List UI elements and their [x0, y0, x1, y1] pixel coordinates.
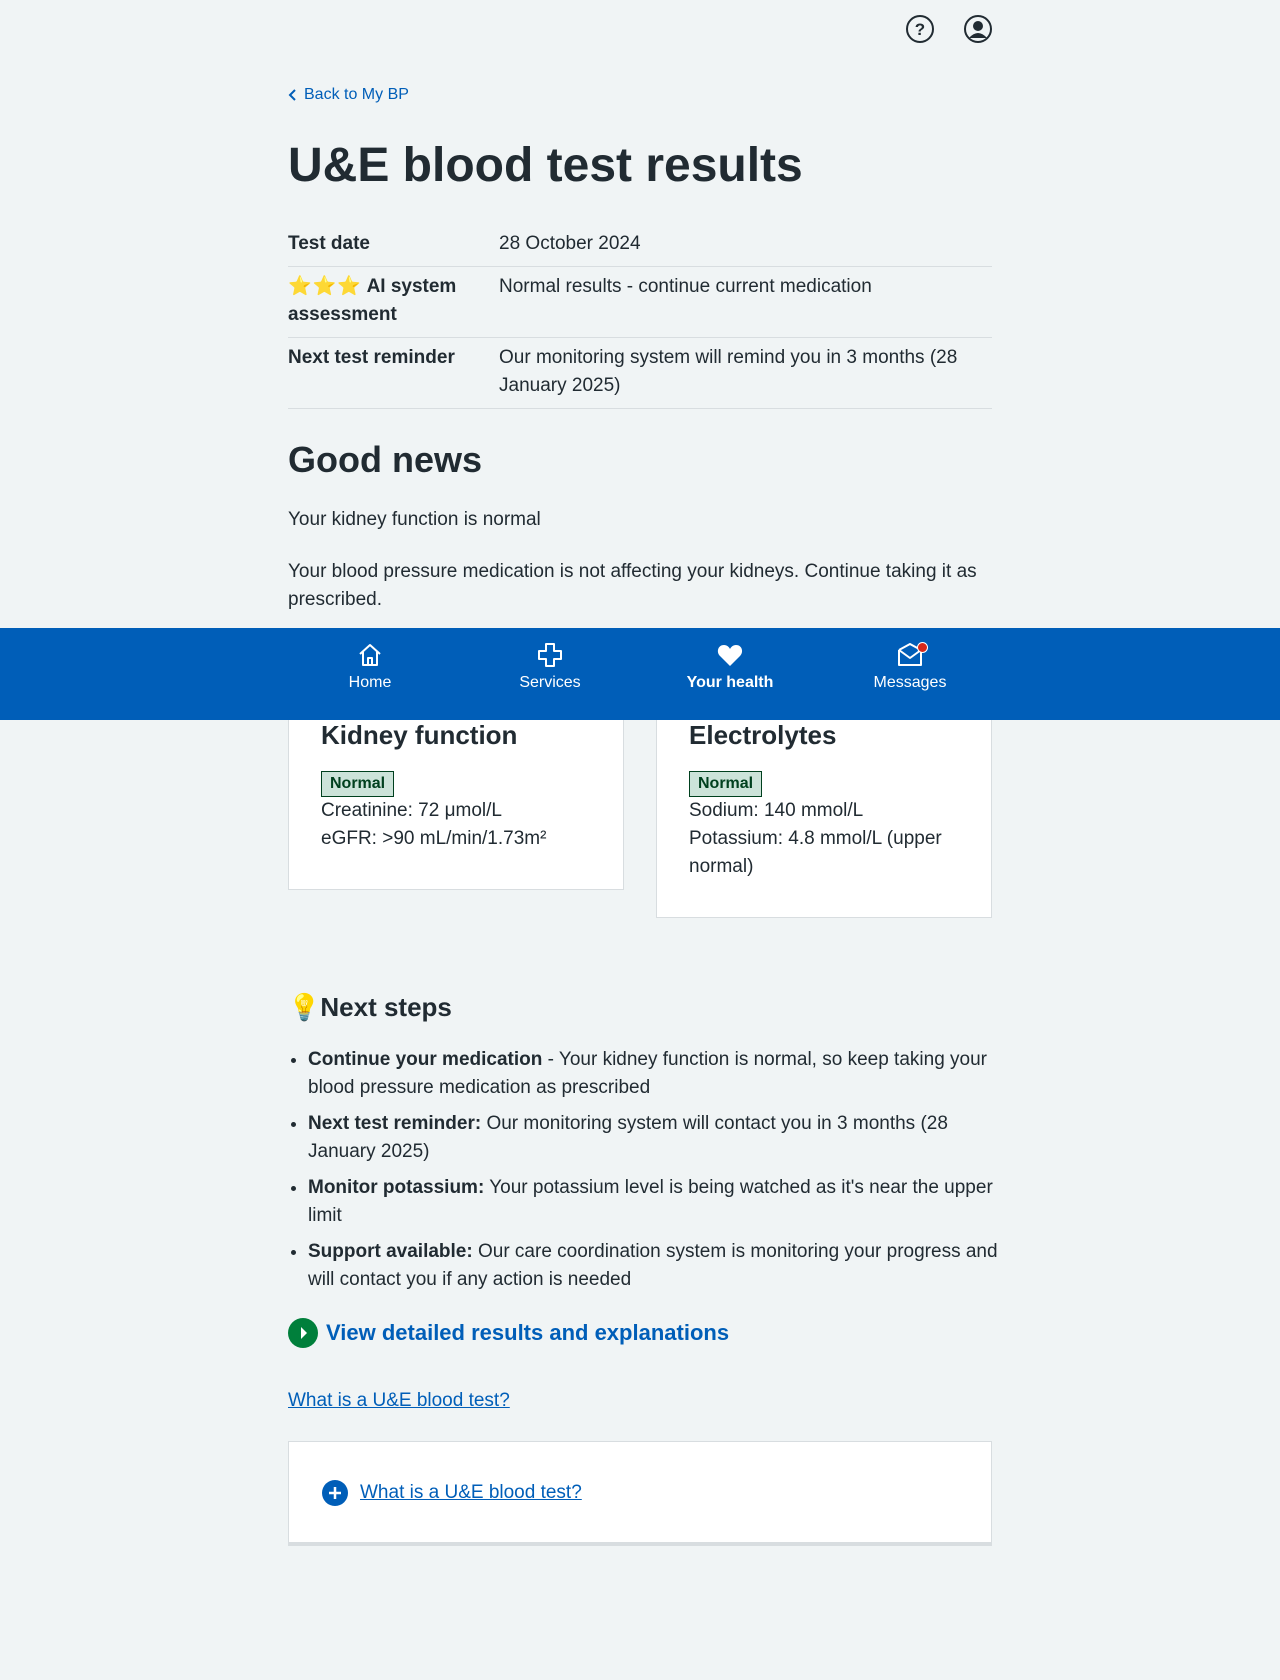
back-link[interactable]: Back to My BP [288, 86, 409, 104]
list-item: Support available: Our care coordination… [308, 1238, 1012, 1294]
list-item: Next test reminder: Our monitoring syste… [308, 1110, 1012, 1166]
summary-value: Our monitoring system will remind you in… [499, 347, 958, 396]
summary-value: Normal results - continue current medica… [499, 276, 872, 297]
list-item: Continue your medication - Your kidney f… [308, 1046, 1012, 1102]
good-news-line-2: Your blood pressure medication is not af… [288, 561, 977, 610]
summary-row-next-test: Next test reminder Our monitoring system… [288, 338, 992, 409]
card-line: Potassium: 4.8 mmol/L (upper normal) [689, 828, 942, 877]
nav-item-services[interactable]: Services [460, 628, 640, 720]
header-icons: ? [905, 14, 993, 44]
summary-value: 28 October 2024 [499, 233, 641, 254]
user-circle-icon[interactable] [963, 14, 993, 44]
card-line: Creatinine: 72 μmol/L [321, 800, 502, 821]
nav-label: Your health [686, 674, 774, 691]
nav-label: Services [519, 674, 581, 691]
status-badge: Normal [321, 771, 395, 797]
nav-item-messages[interactable]: Messages [820, 628, 1000, 720]
list-item: Monitor potassium: Your potassium level … [308, 1174, 1012, 1230]
card-title: Kidney function [321, 720, 518, 750]
lightbulb-icon: 💡 [288, 992, 321, 1022]
nav-label: Home [348, 674, 392, 691]
good-news-heading: Good news [288, 439, 483, 480]
next-steps-list: Continue your medication - Your kidney f… [288, 1046, 1012, 1302]
next-steps-heading-label: Next steps [320, 992, 452, 1022]
plus-cross-icon [536, 640, 564, 670]
card-line: eGFR: >90 mL/min/1.73m² [321, 828, 547, 849]
card-line: Sodium: 140 mmol/L [689, 800, 864, 821]
list-item-bold: Next test reminder: [308, 1113, 482, 1134]
back-link-label: Back to My BP [304, 86, 409, 103]
list-item-bold: Continue your medication [308, 1049, 543, 1070]
good-news-line-1: Your kidney function is normal [288, 509, 541, 530]
summary-key: Test date [288, 233, 371, 254]
bottom-nav: Home Services Your health Messages [0, 628, 1280, 720]
summary-key: Next test reminder [288, 347, 455, 368]
view-detailed-results-link[interactable]: View detailed results and explanations [288, 1318, 729, 1348]
summary-row-test-date: Test date 28 October 2024 [288, 230, 992, 267]
details-summary-label: What is a U&E blood test? [360, 1482, 582, 1503]
card-title: Electrolytes [689, 720, 837, 750]
envelope-icon [896, 640, 928, 670]
home-icon [356, 640, 384, 670]
next-steps-heading: 💡Next steps [288, 990, 452, 1024]
list-item-bold: Support available: [308, 1241, 473, 1262]
details-expander: What is a U&E blood test? [288, 1441, 992, 1546]
svg-text:?: ? [915, 20, 925, 39]
status-badge: Normal [689, 771, 763, 797]
nav-label: Messages [873, 674, 947, 691]
page: ? Back to My BP U&E blood test results T… [0, 0, 1280, 1680]
star-rating-icon: ⭐⭐⭐ [288, 276, 362, 297]
list-item-bold: Monitor potassium: [308, 1177, 485, 1198]
details-summary[interactable]: What is a U&E blood test? [322, 1480, 582, 1506]
heart-icon [716, 640, 744, 670]
help-circle-icon[interactable]: ? [905, 14, 935, 44]
nav-items: Home Services Your health Messages [280, 628, 1000, 720]
arrow-right-circle-icon [288, 1318, 318, 1348]
nav-item-home[interactable]: Home [280, 628, 460, 720]
what-is-ue-link[interactable]: What is a U&E blood test? [288, 1390, 510, 1412]
chevron-left-icon [288, 89, 296, 101]
page-title: U&E blood test results [288, 139, 803, 192]
summary-list: Test date 28 October 2024 ⭐⭐⭐ AI system … [288, 230, 992, 409]
summary-row-ai-assessment: ⭐⭐⭐ AI system assessment Normal results … [288, 267, 992, 338]
plus-circle-icon [322, 1480, 348, 1506]
notification-dot [917, 642, 928, 653]
electrolytes-card: Electrolytes Normal Sodium: 140 mmol/L P… [656, 712, 992, 918]
nav-item-your-health[interactable]: Your health [640, 628, 820, 720]
action-link-label: View detailed results and explanations [326, 1320, 730, 1345]
kidney-function-card: Kidney function Normal Creatinine: 72 μm… [288, 712, 624, 890]
summary-key: ⭐⭐⭐ AI system assessment [288, 273, 499, 329]
